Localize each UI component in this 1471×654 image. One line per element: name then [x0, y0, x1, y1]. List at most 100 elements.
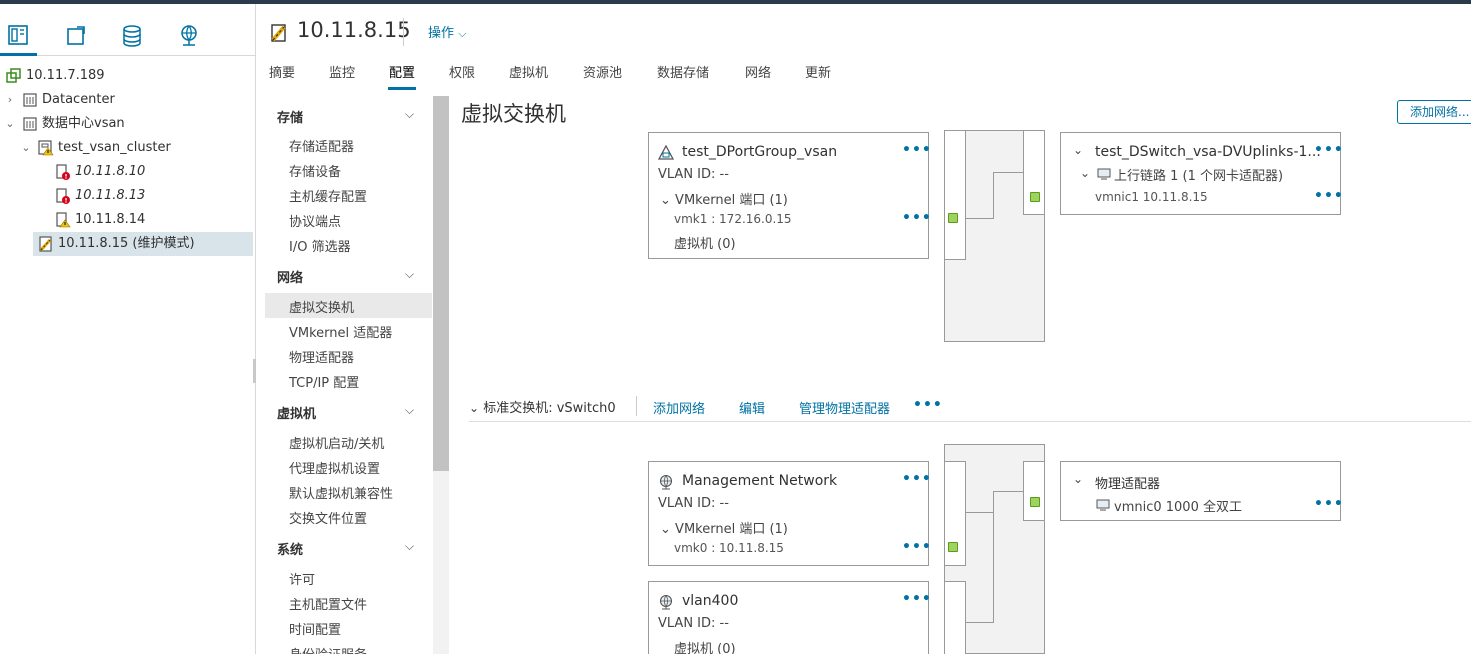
- more-actions-button[interactable]: •••: [902, 210, 932, 226]
- uplink-label: 上行链路 1 (1 个网卡适配器): [1114, 169, 1284, 184]
- nav-default-vm-compat[interactable]: 默认虚拟机兼容性: [289, 483, 393, 502]
- chevron-down-icon[interactable]: ⌄: [1080, 166, 1090, 180]
- tree-item-cluster[interactable]: ⌄ test_vsan_cluster: [0, 136, 253, 160]
- more-actions-button[interactable]: •••: [913, 397, 943, 413]
- physical-adapters-card[interactable]: ⌄ 物理适配器 vmnic0 1000 全双工 •••: [1060, 461, 1344, 521]
- portgroup-card[interactable]: vlan400 ••• VLAN ID: -- 虚拟机 (0): [648, 581, 932, 654]
- tree-item-vcenter[interactable]: 10.11.7.189: [0, 64, 253, 88]
- more-actions-button[interactable]: •••: [1314, 188, 1344, 204]
- more-actions-button[interactable]: •••: [1314, 142, 1344, 158]
- tab-configure[interactable]: 配置: [387, 62, 417, 90]
- nav-virtual-switches[interactable]: 虚拟交换机: [289, 297, 354, 316]
- chevron-down-icon[interactable]: ⌄: [1073, 472, 1083, 486]
- port-indicator: [948, 542, 958, 552]
- host-maintenance-icon: [38, 236, 54, 252]
- section-storage[interactable]: 存储: [277, 107, 303, 126]
- nav-swap-file[interactable]: 交换文件位置: [289, 508, 367, 527]
- nav-io-filters[interactable]: I/O 筛选器: [289, 236, 351, 255]
- portgroup-card[interactable]: Management Network ••• VLAN ID: -- ⌄ VMk…: [648, 461, 932, 566]
- tree-item-datacenter-vsan[interactable]: ⌄ 数据中心vsan: [0, 112, 253, 136]
- nav-agent-vm[interactable]: 代理虚拟机设置: [289, 458, 380, 477]
- chevron-down-icon[interactable]: ⌵: [405, 107, 414, 122]
- more-actions-button[interactable]: •••: [902, 471, 932, 487]
- chevron-down-icon[interactable]: ⌵: [405, 539, 414, 554]
- physical-adapters-title: 物理适配器: [1095, 477, 1161, 492]
- network-icon: [658, 474, 674, 490]
- tab-updates[interactable]: 更新: [805, 62, 831, 90]
- add-network-button[interactable]: 添加网络...: [1397, 100, 1471, 124]
- edit-link[interactable]: 编辑: [739, 398, 765, 417]
- networking-icon[interactable]: [171, 18, 207, 54]
- chevron-down-icon[interactable]: ⌵: [405, 267, 414, 282]
- navigator-tabs: [0, 4, 256, 56]
- nav-tcpip-config[interactable]: TCP/IP 配置: [289, 372, 359, 391]
- vmk-entry: vmk1 : 172.16.0.15: [674, 212, 792, 226]
- vmkernel-ports-label: VMkernel 端口 (1): [675, 522, 788, 537]
- add-network-link[interactable]: 添加网络: [653, 398, 705, 417]
- nav-storage-devices[interactable]: 存储设备: [289, 161, 341, 180]
- nav-protocol-endpoints[interactable]: 协议端点: [289, 211, 341, 230]
- portgroup-name: vlan400: [682, 593, 739, 609]
- more-actions-button[interactable]: •••: [902, 539, 932, 555]
- tree-item-datacenter[interactable]: › Datacenter: [0, 88, 253, 112]
- chevron-right-icon[interactable]: ›: [4, 88, 16, 112]
- tab-datastores[interactable]: 数据存储: [657, 62, 709, 90]
- host-error-icon: [55, 164, 71, 180]
- wire: [993, 491, 994, 623]
- nav-licensing[interactable]: 许可: [289, 569, 315, 588]
- pane-splitter[interactable]: [253, 359, 256, 383]
- nav-vmkernel-adapters[interactable]: VMkernel 适配器: [289, 322, 392, 341]
- section-networking[interactable]: 网络: [277, 267, 303, 286]
- section-virtual-machines[interactable]: 虚拟机: [277, 403, 316, 422]
- portgroup-name: Management Network: [682, 473, 838, 489]
- tab-networks[interactable]: 网络: [745, 62, 771, 90]
- vswitch-title[interactable]: ⌄ 标准交换机: vSwitch0: [469, 397, 616, 416]
- scrollbar-thumb[interactable]: [433, 96, 449, 471]
- configure-nav: 存储 ⌵ 存储适配器 存储设备 主机缓存配置 协议端点 I/O 筛选器 网络 ⌵…: [265, 96, 433, 654]
- nav-host-profile[interactable]: 主机配置文件: [289, 594, 367, 613]
- manage-physical-adapters-link[interactable]: 管理物理适配器: [799, 398, 890, 417]
- nav-host-cache[interactable]: 主机缓存配置: [289, 186, 367, 205]
- tab-resource-pools[interactable]: 资源池: [583, 62, 622, 90]
- wire: [993, 172, 994, 219]
- chevron-down-icon[interactable]: ⌵: [405, 403, 414, 418]
- tab-permissions[interactable]: 权限: [449, 62, 475, 90]
- page-title: 10.11.8.15: [297, 18, 411, 42]
- nav-time-config[interactable]: 时间配置: [289, 619, 341, 638]
- storage-icon[interactable]: [114, 18, 150, 54]
- section-system[interactable]: 系统: [277, 539, 303, 558]
- hosts-and-clusters-icon[interactable]: [0, 18, 37, 56]
- tree-item-host-selected[interactable]: 10.11.8.15 (维护模式): [33, 232, 253, 256]
- uplinks-name: test_DSwitch_vsa-DVUplinks-1...: [1095, 144, 1321, 160]
- chevron-down-icon: ⌄: [469, 401, 480, 415]
- vmkernel-ports-toggle[interactable]: ⌄ VMkernel 端口 (1): [660, 189, 788, 208]
- uplinks-card[interactable]: ⌄ test_DSwitch_vsa-DVUplinks-1... ••• ⌄ …: [1060, 132, 1344, 215]
- nav-physical-adapters[interactable]: 物理适配器: [289, 347, 354, 366]
- actions-menu-button[interactable]: 操作 ⌵: [428, 22, 467, 41]
- portgroup-card[interactable]: test_DPortGroup_vsan ••• VLAN ID: -- ⌄ V…: [648, 132, 932, 259]
- chevron-down-icon[interactable]: ⌄: [1073, 143, 1083, 157]
- chevron-down-icon[interactable]: ⌄: [20, 136, 32, 160]
- vmkernel-ports-label: VMkernel 端口 (1): [675, 193, 788, 208]
- tree-item-host[interactable]: 10.11.8.13: [0, 184, 253, 208]
- more-actions-button[interactable]: •••: [902, 591, 932, 607]
- vms-and-templates-icon[interactable]: [57, 18, 93, 54]
- vms-count: 虚拟机 (0): [674, 237, 736, 252]
- more-actions-button[interactable]: •••: [1314, 496, 1344, 512]
- tab-summary[interactable]: 摘要: [269, 62, 295, 90]
- tab-monitor[interactable]: 监控: [329, 62, 355, 90]
- more-actions-button[interactable]: •••: [902, 142, 932, 158]
- tree-item-host[interactable]: 10.11.8.10: [0, 160, 253, 184]
- tab-vms[interactable]: 虚拟机: [509, 62, 548, 90]
- cluster-warning-icon: [38, 140, 54, 156]
- port-indicator: [1030, 192, 1040, 202]
- tree-item-host[interactable]: 10.11.8.14: [0, 208, 253, 232]
- chevron-down-icon[interactable]: ⌄: [4, 112, 16, 136]
- nav-storage-adapters[interactable]: 存储适配器: [289, 136, 354, 155]
- nav-vm-startup[interactable]: 虚拟机启动/关机: [289, 433, 384, 452]
- vmkernel-ports-toggle[interactable]: ⌄ VMkernel 端口 (1): [660, 518, 788, 537]
- chevron-down-icon: ⌵: [458, 27, 467, 40]
- nav-auth-services[interactable]: 身份验证服务: [289, 644, 367, 654]
- wire: [993, 172, 1024, 173]
- tree-label: 10.11.8.10: [75, 164, 146, 179]
